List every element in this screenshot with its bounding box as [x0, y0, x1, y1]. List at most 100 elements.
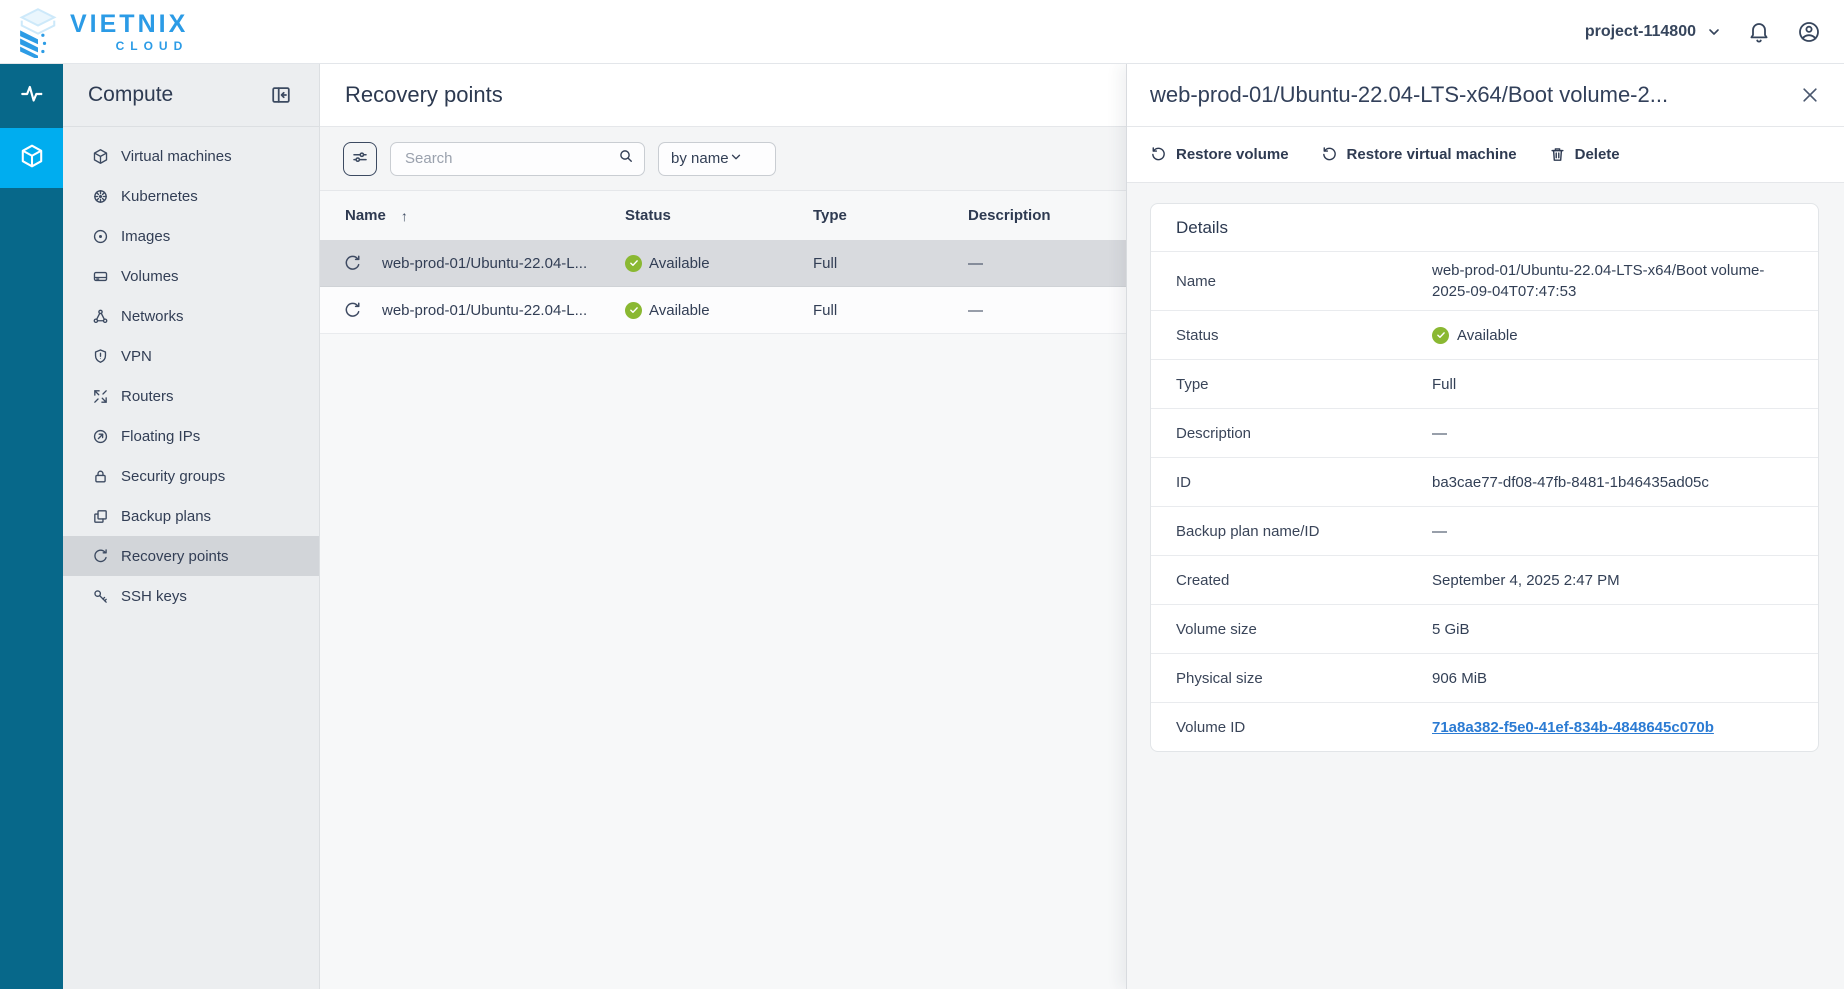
detail-label: Backup plan name/ID: [1176, 523, 1432, 540]
rail-item-monitoring[interactable]: [0, 64, 63, 128]
column-header-type[interactable]: Type: [813, 207, 847, 224]
row-type: Full: [813, 255, 837, 272]
row-name: web-prod-01/Ubuntu-22.04-L...: [382, 255, 587, 272]
helm-icon: [92, 188, 109, 205]
sidebar-item-label: Backup plans: [121, 508, 211, 525]
detail-value: September 4, 2025 2:47 PM: [1432, 570, 1772, 591]
collapse-sidebar-icon[interactable]: [270, 84, 292, 106]
project-name: project-114800: [1585, 23, 1696, 41]
sidebar-item-images[interactable]: Images: [63, 216, 319, 256]
rail-item-compute[interactable]: [0, 128, 63, 188]
row-name: web-prod-01/Ubuntu-22.04-L...: [382, 302, 587, 319]
detail-label: Status: [1176, 327, 1432, 344]
action-label: Restore virtual machine: [1347, 146, 1517, 163]
detail-label: Description: [1176, 425, 1432, 442]
sidebar-item-networks[interactable]: Networks: [63, 296, 319, 336]
detail-label: Name: [1176, 273, 1432, 290]
search-icon: [618, 148, 634, 169]
sort-by-select[interactable]: by name: [658, 142, 776, 176]
sidebar-item-recovery-points[interactable]: Recovery points: [63, 536, 319, 576]
sidebar-item-backup-plans[interactable]: Backup plans: [63, 496, 319, 536]
row-status: Available: [649, 255, 710, 272]
copy-icon: [92, 508, 109, 525]
top-header: VIETNIX CLOUD project-114800: [0, 0, 1844, 64]
page-title: Recovery points: [345, 82, 503, 108]
logo-subtitle: CLOUD: [116, 40, 189, 52]
detail-row-id: IDba3cae77-df08-47fb-8481-1b46435ad05c: [1151, 457, 1818, 506]
row-description: —: [968, 255, 983, 272]
sidebar-item-floating-ips[interactable]: Floating IPs: [63, 416, 319, 456]
action-label: Delete: [1575, 146, 1620, 163]
details-card-title: Details: [1151, 204, 1818, 251]
search-input[interactable]: [403, 149, 618, 168]
sort-ascending-icon[interactable]: ↑: [401, 208, 408, 224]
column-header-description[interactable]: Description: [968, 207, 1051, 224]
table-row[interactable]: web-prod-01/Ubuntu-22.04-L...AvailableFu…: [320, 287, 1126, 334]
sidebar-item-volumes[interactable]: Volumes: [63, 256, 319, 296]
drive-icon: [92, 268, 109, 285]
sidebar-item-label: Images: [121, 228, 170, 245]
panel-title: web-prod-01/Ubuntu-22.04-LTS-x64/Boot vo…: [1150, 82, 1668, 108]
action-label: Restore volume: [1176, 146, 1289, 163]
sidebar-item-label: Floating IPs: [121, 428, 200, 445]
sidebar-item-label: Kubernetes: [121, 188, 198, 205]
sort-by-value: by name: [671, 150, 729, 167]
restore-icon: [1321, 146, 1338, 163]
sidebar-item-kubernetes[interactable]: Kubernetes: [63, 176, 319, 216]
recovery-points-page: Recovery points by name Name ↑: [320, 64, 1126, 989]
volume-id-link[interactable]: 71a8a382-f5e0-41ef-834b-4848645c070b: [1432, 719, 1714, 736]
lock-icon: [92, 468, 109, 485]
detail-value: —: [1432, 521, 1772, 542]
sidebar-item-security-groups[interactable]: Security groups: [63, 456, 319, 496]
detail-row-backup-plan-name-id: Backup plan name/ID—: [1151, 506, 1818, 555]
detail-value: Available: [1457, 325, 1518, 346]
detail-value: —: [1432, 423, 1772, 444]
compute-sidebar: Compute Virtual machinesKubernetesImages…: [63, 64, 320, 989]
sidebar-item-virtual-machines[interactable]: Virtual machines: [63, 136, 319, 176]
sidebar-item-label: Networks: [121, 308, 184, 325]
filter-button[interactable]: [343, 142, 377, 176]
sidebar-item-label: Routers: [121, 388, 174, 405]
project-selector[interactable]: project-114800: [1585, 23, 1722, 41]
sidebar-item-label: SSH keys: [121, 588, 187, 605]
detail-label: Volume ID: [1176, 719, 1432, 736]
logo-layers-icon: [12, 6, 64, 58]
delete-button[interactable]: Delete: [1549, 146, 1620, 163]
recovery-point-icon: [343, 254, 362, 273]
table-row[interactable]: web-prod-01/Ubuntu-22.04-L... Available Fu…: [320, 240, 1126, 287]
status-available-icon: [625, 302, 642, 319]
restore-volume-button[interactable]: Restore volume: [1150, 146, 1289, 163]
close-icon[interactable]: [1796, 81, 1824, 109]
recovery-icon: [92, 548, 109, 565]
search-box: [390, 142, 645, 176]
detail-row-created: CreatedSeptember 4, 2025 2:47 PM: [1151, 555, 1818, 604]
detail-label: Created: [1176, 572, 1432, 589]
disc-icon: [92, 228, 109, 245]
floating-ip-icon: [92, 428, 109, 445]
row-status: Available: [649, 302, 710, 319]
notifications-bell-icon[interactable]: [1746, 19, 1772, 45]
restore-icon: [1150, 146, 1167, 163]
pulse-icon: [19, 81, 45, 112]
detail-value: web-prod-01/Ubuntu-22.04-LTS-x64/Boot vo…: [1432, 260, 1772, 302]
table-header: Name ↑ Status Type Description: [320, 191, 1126, 240]
panel-action-bar: Restore volume Restore virtual machine Del…: [1127, 127, 1844, 183]
sliders-icon: [351, 148, 369, 169]
column-header-status[interactable]: Status: [625, 207, 671, 224]
chevron-down-icon: [1706, 24, 1722, 40]
table-body: web-prod-01/Ubuntu-22.04-L... Available Fu…: [320, 240, 1126, 334]
sidebar-item-ssh-keys[interactable]: SSH keys: [63, 576, 319, 616]
sidebar-item-label: Security groups: [121, 468, 225, 485]
detail-label: ID: [1176, 474, 1432, 491]
column-header-name[interactable]: Name: [345, 207, 386, 224]
row-description: —: [968, 302, 983, 319]
detail-row-volume-size: Volume size5 GiB: [1151, 604, 1818, 653]
sidebar-item-routers[interactable]: Routers: [63, 376, 319, 416]
sidebar-item-vpn[interactable]: VPN: [63, 336, 319, 376]
vietnix-logo: VIETNIX CLOUD: [0, 6, 188, 58]
network-icon: [92, 308, 109, 325]
restore-virtual-machine-button[interactable]: Restore virtual machine: [1321, 146, 1517, 163]
detail-value: 906 MiB: [1432, 668, 1772, 689]
cube-icon: [19, 143, 45, 174]
account-icon[interactable]: [1796, 19, 1822, 45]
